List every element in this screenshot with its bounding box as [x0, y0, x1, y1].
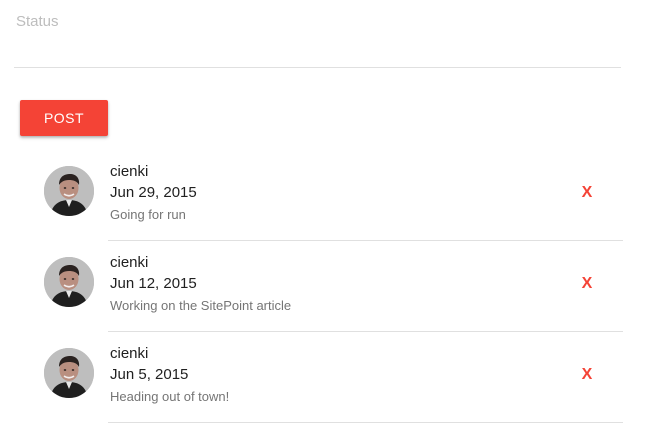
post-date: Jun 5, 2015 [110, 366, 189, 383]
post-date: Jun 29, 2015 [110, 184, 197, 201]
page: POST cienki Jun 29, 2015 Going for ru [0, 0, 655, 436]
delete-post-button[interactable]: X [575, 362, 599, 388]
feed-list: cienki Jun 29, 2015 Going for run X cien… [0, 150, 655, 423]
avatar [44, 348, 94, 398]
post-username: cienki [110, 345, 149, 362]
list-item: cienki Jun 29, 2015 Going for run X [0, 150, 655, 241]
post-username: cienki [110, 254, 149, 271]
avatar [44, 166, 94, 216]
delete-post-button[interactable]: X [575, 271, 599, 297]
status-field [14, 0, 621, 68]
list-item: cienki Jun 5, 2015 Heading out of town! … [0, 332, 655, 423]
list-divider [108, 422, 623, 423]
list-item: cienki Jun 12, 2015 Working on the SiteP… [0, 241, 655, 332]
delete-post-button[interactable]: X [575, 180, 599, 206]
post-text: Going for run [110, 207, 186, 222]
avatar [44, 257, 94, 307]
post-text: Heading out of town! [110, 389, 230, 404]
post-text: Working on the SitePoint article [110, 298, 292, 313]
avatar-photo-icon [44, 348, 94, 398]
post-date: Jun 12, 2015 [110, 275, 197, 292]
post-username: cienki [110, 163, 149, 180]
status-input[interactable] [14, 6, 616, 36]
post-button[interactable]: POST [20, 100, 108, 136]
avatar-photo-icon [44, 166, 94, 216]
avatar-photo-icon [44, 257, 94, 307]
